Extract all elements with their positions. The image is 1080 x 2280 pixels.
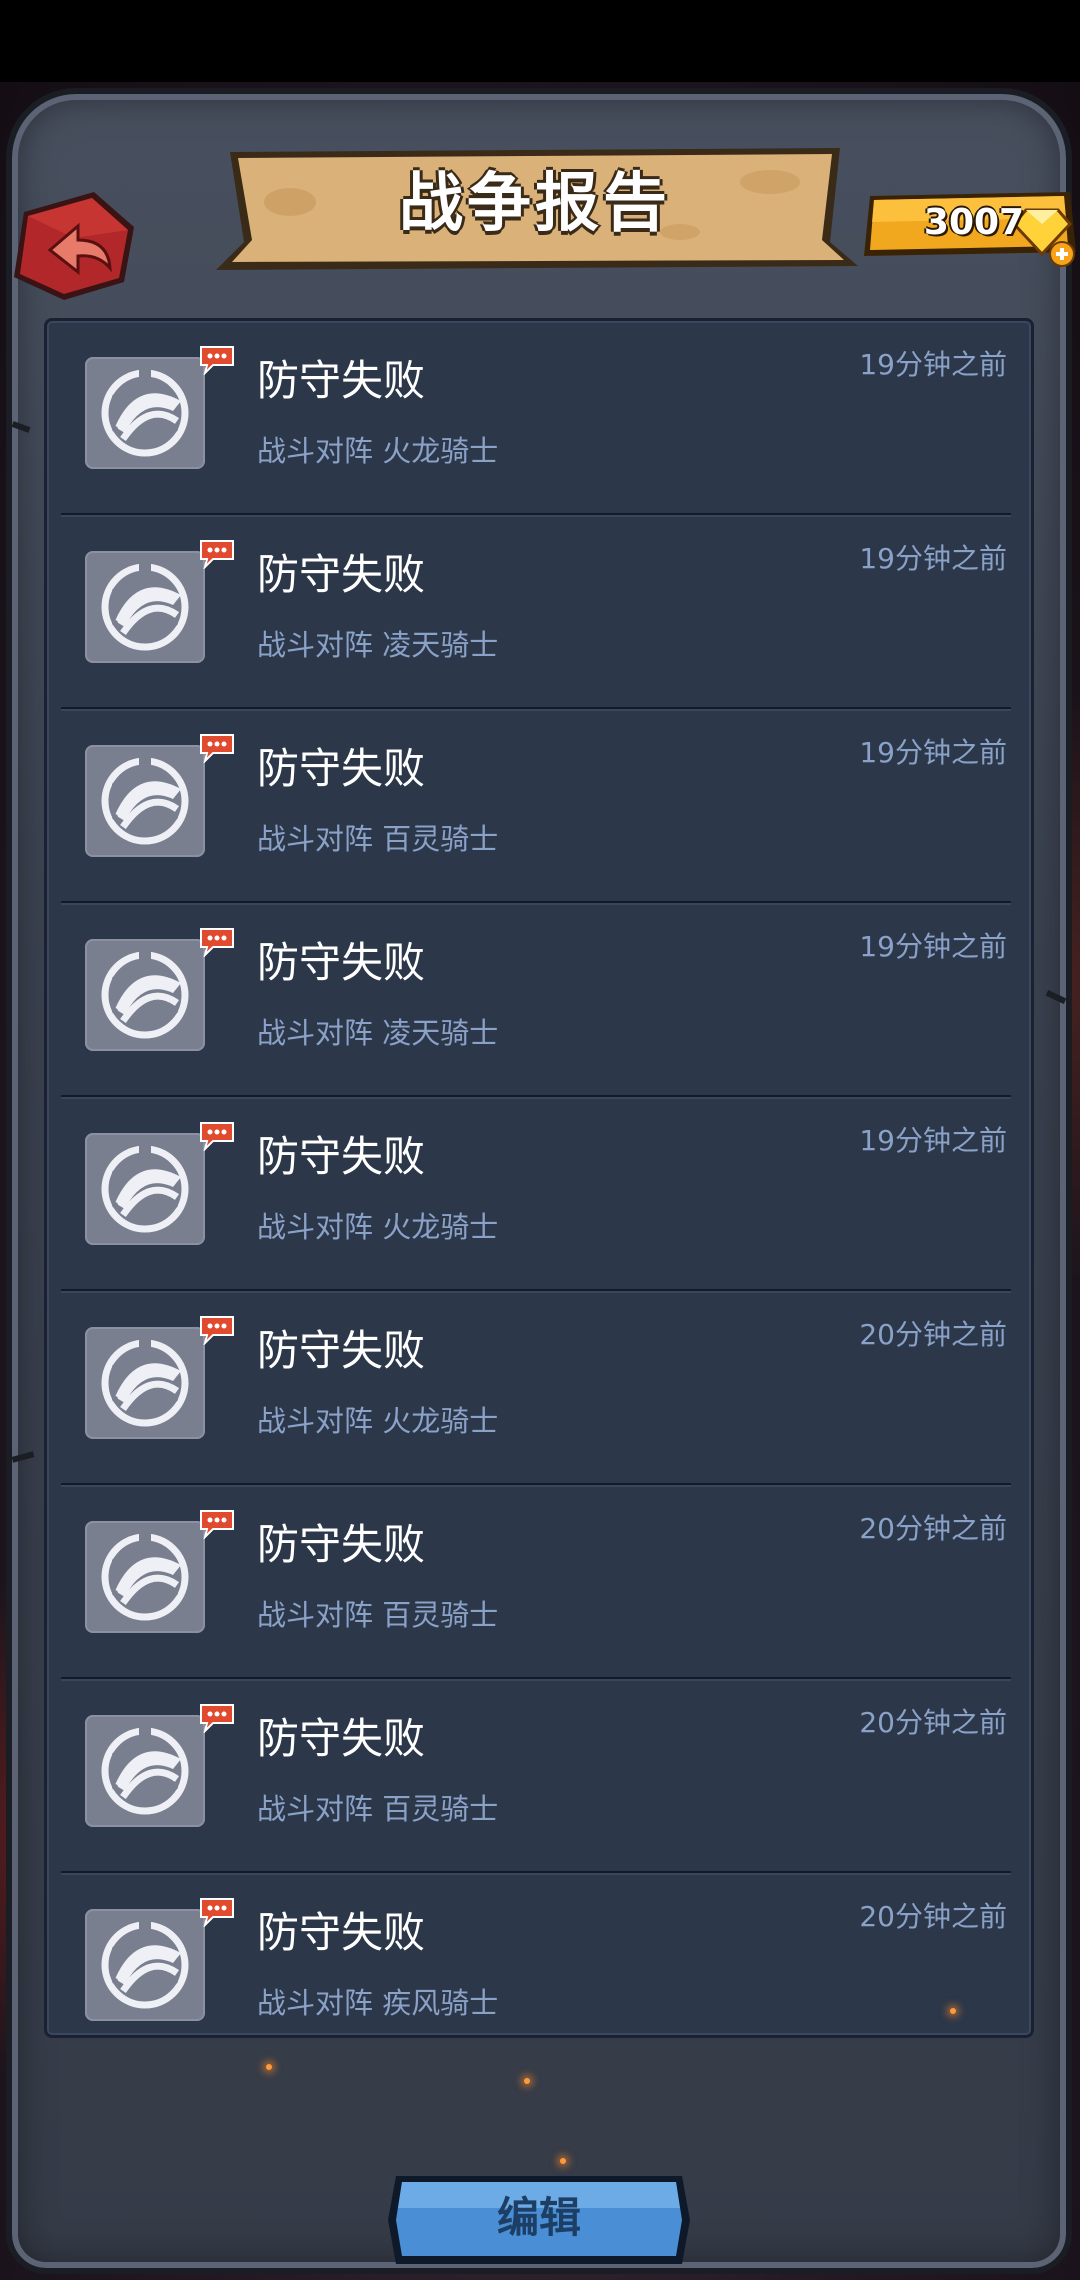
shield-report-icon [85,745,205,857]
report-time: 20分钟之前 [859,1318,1007,1351]
report-opponent: 战斗对阵 百灵骑士 [257,1598,499,1632]
unread-message-icon [199,1897,235,1929]
unread-message-icon [199,1703,235,1735]
report-time: 20分钟之前 [859,1512,1007,1545]
edit-button-label: 编辑 [496,2193,581,2242]
report-list: 防守失败 战斗对阵 火龙骑士 19分钟之前 防守失败 战斗对阵 凌天骑士 19分… [47,321,1031,2067]
report-row[interactable]: 防守失败 战斗对阵 百灵骑士 19分钟之前 [47,709,1031,903]
report-time: 19分钟之前 [859,542,1007,575]
shield-report-icon [85,1715,205,1827]
shield-report-icon [85,1521,205,1633]
report-title: 防守失败 [257,744,426,793]
report-opponent: 战斗对阵 火龙骑士 [257,434,499,468]
report-time: 19分钟之前 [859,736,1007,769]
shield-report-icon [85,357,205,469]
ember-spark [950,2008,956,2014]
gem-count: 3007 [923,202,1025,243]
unread-message-icon [199,1509,235,1541]
report-opponent: 战斗对阵 百灵骑士 [257,822,499,856]
ember-spark [266,2064,272,2070]
report-opponent: 战斗对阵 疾风骑士 [257,1986,499,2020]
report-row[interactable]: 防守失败 战斗对阵 火龙骑士 19分钟之前 [47,1097,1031,1291]
status-bar [0,0,1080,82]
report-opponent: 战斗对阵 凌天骑士 [257,628,499,662]
shield-report-icon [85,551,205,663]
report-title: 防守失败 [257,356,426,405]
unread-message-icon [199,1315,235,1347]
title-banner: 战争报告 [210,142,860,272]
report-title: 防守失败 [257,938,426,987]
report-time: 20分钟之前 [859,1706,1007,1739]
edit-button[interactable]: 编辑 [386,2172,692,2268]
report-row[interactable]: 防守失败 战斗对阵 疾风骑士 20分钟之前 [47,1873,1031,2067]
report-opponent: 战斗对阵 火龙骑士 [257,1404,499,1438]
report-title: 防守失败 [257,1520,426,1569]
report-title: 防守失败 [257,550,426,599]
report-opponent: 战斗对阵 火龙骑士 [257,1210,499,1244]
report-list-panel: 防守失败 战斗对阵 火龙骑士 19分钟之前 防守失败 战斗对阵 凌天骑士 19分… [44,318,1034,2038]
unread-message-icon [199,733,235,765]
report-row[interactable]: 防守失败 战斗对阵 百灵骑士 20分钟之前 [47,1485,1031,1679]
report-time: 19分钟之前 [859,1124,1007,1157]
game-screen: 战争报告 3007 防守失败 战斗对阵 火龙骑士 19分钟之前 防守失败 战斗对… [0,82,1080,2280]
report-time: 20分钟之前 [859,1900,1007,1933]
shield-report-icon [85,1909,205,2021]
report-row[interactable]: 防守失败 战斗对阵 火龙骑士 20分钟之前 [47,1291,1031,1485]
report-time: 19分钟之前 [859,930,1007,963]
unread-message-icon [199,927,235,959]
shield-report-icon [85,1327,205,1439]
unread-message-icon [199,539,235,571]
report-title: 防守失败 [257,1908,426,1957]
shield-report-icon [85,1133,205,1245]
ember-spark [524,2078,530,2084]
page-title: 战争报告 [399,167,671,241]
ember-spark [560,2158,566,2164]
report-opponent: 战斗对阵 百灵骑士 [257,1792,499,1826]
plus-icon[interactable] [1049,241,1075,267]
report-title: 防守失败 [257,1132,426,1181]
shield-report-icon [85,939,205,1051]
report-title: 防守失败 [257,1714,426,1763]
back-button[interactable] [4,182,154,312]
report-row[interactable]: 防守失败 战斗对阵 凌天骑士 19分钟之前 [47,903,1031,1097]
unread-message-icon [199,1121,235,1153]
gem-counter[interactable]: 3007 [850,182,1080,282]
report-opponent: 战斗对阵 凌天骑士 [257,1016,499,1050]
report-row[interactable]: 防守失败 战斗对阵 凌天骑士 19分钟之前 [47,515,1031,709]
unread-message-icon [199,345,235,377]
report-row[interactable]: 防守失败 战斗对阵 百灵骑士 20分钟之前 [47,1679,1031,1873]
report-time: 19分钟之前 [859,348,1007,381]
report-row[interactable]: 防守失败 战斗对阵 火龙骑士 19分钟之前 [47,321,1031,515]
report-title: 防守失败 [257,1326,426,1375]
